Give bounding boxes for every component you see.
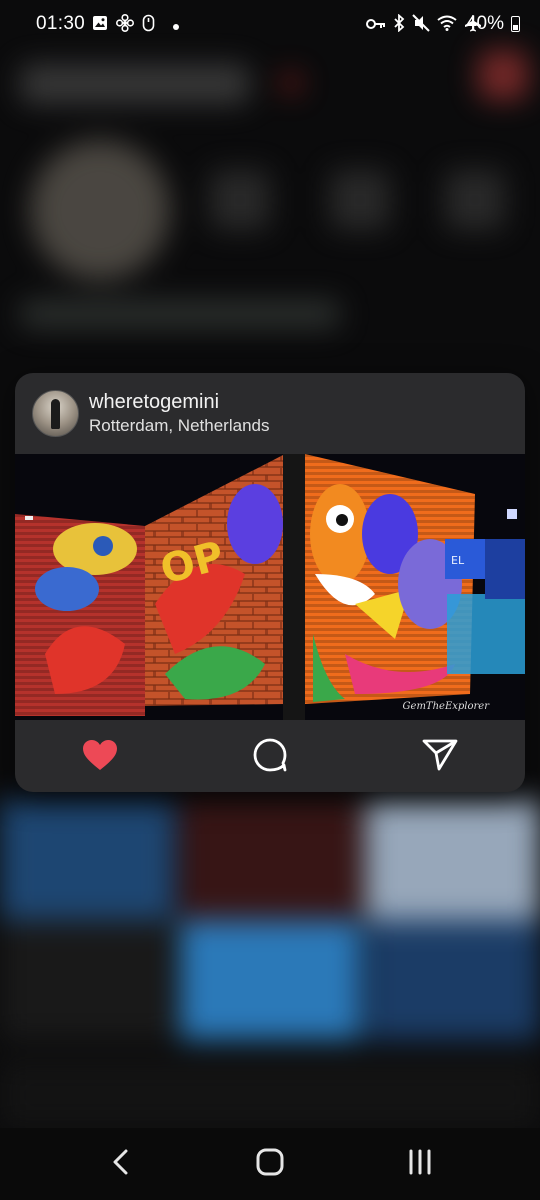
- status-left-icons: [92, 13, 179, 37]
- bg-profile-picture: [30, 140, 170, 280]
- bg-tab-bar: [0, 1060, 540, 1130]
- bg-grid-tile-6: [365, 920, 540, 1040]
- battery-icon: [511, 16, 520, 32]
- post-location[interactable]: Rotterdam, Netherlands: [89, 416, 269, 436]
- bg-stat-1: [210, 170, 270, 230]
- back-button[interactable]: [98, 1142, 142, 1186]
- mouse-icon: [142, 14, 155, 37]
- recents-button[interactable]: [398, 1142, 442, 1186]
- graffiti-shutters-image: OP EL: [15, 454, 525, 720]
- comment-icon: [252, 737, 288, 778]
- back-icon: [111, 1148, 129, 1181]
- dot-icon: [173, 17, 179, 35]
- recents-icon: [407, 1149, 433, 1180]
- bg-add-button: [478, 50, 528, 100]
- battery-percent: 40%: [465, 13, 504, 34]
- fan-icon: [115, 13, 134, 37]
- post-preview-card[interactable]: wheretogemini Rotterdam, Netherlands OP: [15, 373, 525, 792]
- post-header: wheretogemini Rotterdam, Netherlands: [15, 373, 525, 454]
- status-right-icons: [366, 13, 482, 37]
- mute-icon: [412, 14, 430, 37]
- bluetooth-icon: [393, 13, 405, 37]
- bg-grid-tile-4: [0, 920, 175, 1040]
- home-button[interactable]: [248, 1142, 292, 1186]
- action-bar: [15, 720, 525, 792]
- bg-stat-2: [330, 170, 390, 230]
- wifi-icon: [437, 15, 457, 36]
- like-button[interactable]: [81, 738, 119, 776]
- share-icon: [422, 738, 458, 777]
- post-username[interactable]: wheretogemini: [89, 391, 219, 414]
- avatar[interactable]: [32, 390, 79, 437]
- bg-grid-tile-5: [180, 920, 360, 1040]
- status-bar: 01:30 40%: [0, 0, 540, 48]
- system-nav-bar: [0, 1128, 540, 1200]
- bg-grid-tile-1: [0, 800, 175, 920]
- bg-grid-tile-2: [180, 800, 360, 920]
- bg-username-bar: [20, 64, 250, 104]
- post-image[interactable]: OP EL GemTheExplorer: [15, 454, 525, 720]
- key-icon: [366, 17, 386, 35]
- home-icon: [256, 1148, 284, 1181]
- status-time: 01:30: [36, 13, 86, 34]
- bg-red-dot: [280, 72, 302, 94]
- comment-button[interactable]: [251, 738, 289, 776]
- share-button[interactable]: [421, 738, 459, 776]
- svg-text:EL: EL: [451, 554, 465, 567]
- bg-grid-tile-3: [365, 800, 540, 920]
- bg-bio-line: [20, 300, 340, 328]
- like-icon: [82, 739, 118, 776]
- gallery-icon: [92, 15, 108, 36]
- photo-watermark: GemTheExplorer: [402, 701, 489, 712]
- bg-stat-3: [445, 170, 505, 230]
